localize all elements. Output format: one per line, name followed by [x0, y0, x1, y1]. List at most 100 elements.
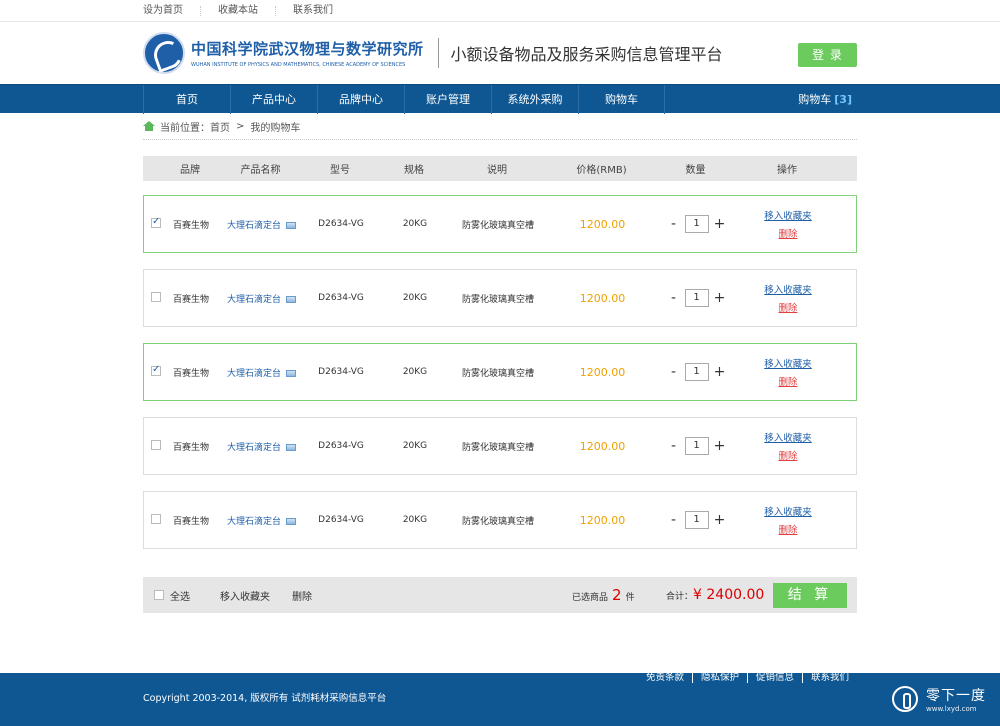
qty-input[interactable]: 1 — [684, 215, 709, 233]
row-checkbox[interactable] — [151, 216, 161, 228]
qty-plus-button[interactable]: + — [713, 438, 727, 454]
header-model: 型号 — [330, 165, 350, 176]
image-icon[interactable] — [286, 221, 296, 229]
header-quantity: 数量 — [685, 165, 706, 176]
selected-suffix: 件 — [625, 593, 635, 603]
row-spec: 20KG — [402, 367, 428, 377]
cart-row: 百赛生物 大理石滴定台 D2634-VG 20KG 防雾化玻璃真空槽 1200.… — [143, 269, 857, 327]
footer-link-privacy[interactable]: 隐私保护 — [691, 673, 747, 683]
qty-plus-button[interactable]: + — [713, 364, 727, 380]
cart-row: 百赛生物 大理石滴定台 D2634-VG 20KG 防雾化玻璃真空槽 1200.… — [143, 491, 857, 549]
row-price: 1200.00 — [579, 217, 626, 231]
move-to-favorites-link[interactable]: 移入收藏夹 — [764, 430, 812, 444]
row-description: 防雾化玻璃真空槽 — [461, 368, 534, 379]
row-brand: 百赛生物 — [172, 220, 209, 231]
nav-item-cart[interactable]: 购物车 — [578, 85, 665, 114]
row-spec: 20KG — [402, 515, 428, 525]
image-icon[interactable] — [286, 295, 296, 303]
qty-minus-button[interactable]: - — [667, 364, 681, 380]
institute-logo-icon[interactable] — [143, 32, 185, 74]
qty-plus-button[interactable]: + — [713, 290, 727, 306]
row-checkbox[interactable] — [151, 439, 161, 450]
row-operations: 移入收藏夹 删除 — [727, 356, 849, 388]
header-price: 价格(RMB) — [576, 165, 627, 176]
nav-item-brands[interactable]: 品牌中心 — [317, 85, 404, 114]
row-description: 防雾化玻璃真空槽 — [461, 516, 534, 527]
row-model: D2634-VG — [318, 515, 364, 525]
row-operations: 移入收藏夹 删除 — [727, 504, 849, 536]
watermark-title: 零下一度 — [926, 688, 986, 704]
row-model: D2634-VG — [318, 441, 364, 451]
move-to-favorites-link[interactable]: 移入收藏夹 — [764, 208, 812, 222]
delete-link[interactable]: 删除 — [778, 374, 797, 388]
header-divider — [437, 38, 439, 68]
row-product-link[interactable]: 大理石滴定台 — [227, 221, 281, 231]
quantity-stepper: - 1 + — [666, 289, 727, 307]
main-nav: 首页 产品中心 品牌中心 账户管理 系统外采购 购物车 购物车 [3] — [0, 84, 1000, 114]
row-operations: 移入收藏夹 删除 — [727, 430, 849, 462]
nav-cart-summary[interactable]: 购物车 [3] — [798, 85, 852, 114]
set-homepage-link[interactable]: 设为首页 — [143, 6, 201, 16]
qty-input[interactable]: 1 — [684, 289, 709, 307]
row-description: 防雾化玻璃真空槽 — [461, 442, 534, 453]
checkout-button[interactable]: 结 算 — [773, 583, 847, 608]
move-to-favorites-link[interactable]: 移入收藏夹 — [764, 282, 812, 296]
total-value: ¥ 2400.00 — [693, 587, 765, 603]
qty-input[interactable]: 1 — [684, 363, 709, 381]
row-checkbox[interactable] — [151, 513, 161, 524]
qty-minus-button[interactable]: - — [667, 512, 681, 528]
footer-link-disclaimer[interactable]: 免责条款 — [638, 673, 692, 683]
image-icon[interactable] — [286, 369, 296, 377]
move-to-favorites-link[interactable]: 移入收藏夹 — [764, 356, 812, 370]
footer-link-contact[interactable]: 联系我们 — [801, 673, 857, 683]
header-brand: 品牌 — [180, 165, 200, 176]
qty-input[interactable]: 1 — [684, 437, 709, 455]
row-price: 1200.00 — [579, 513, 626, 527]
row-product-link[interactable]: 大理石滴定台 — [227, 443, 281, 453]
nav-item-external-purchase[interactable]: 系统外采购 — [491, 85, 578, 114]
delete-link[interactable]: 删除 — [778, 522, 797, 536]
batch-move-favorites-button[interactable]: 移入收藏夹 — [220, 588, 270, 603]
image-icon[interactable] — [286, 517, 296, 525]
qty-plus-button[interactable]: + — [713, 216, 727, 232]
qty-input[interactable]: 1 — [684, 511, 709, 529]
delete-link[interactable]: 删除 — [778, 448, 797, 462]
login-button[interactable]: 登 录 — [798, 43, 857, 67]
row-spec: 20KG — [402, 441, 428, 451]
delete-link[interactable]: 删除 — [778, 300, 797, 314]
contact-link[interactable]: 联系我们 — [293, 6, 350, 16]
header-operations: 操作 — [777, 165, 797, 176]
qty-minus-button[interactable]: - — [667, 216, 681, 232]
image-icon[interactable] — [286, 443, 296, 451]
row-model: D2634-VG — [318, 293, 364, 303]
header: 中国科学院武汉物理与数学研究所 WUHAN INSTITUTE OF PHYSI… — [0, 22, 1000, 84]
breadcrumb-home[interactable]: 首页 — [210, 119, 230, 134]
qty-plus-button[interactable]: + — [713, 512, 727, 528]
quantity-stepper: - 1 + — [666, 215, 727, 233]
header-spec: 规格 — [404, 165, 424, 176]
nav-item-home[interactable]: 首页 — [143, 85, 230, 114]
cart-table-header: 品牌 产品名称 型号 规格 说明 价格(RMB) 数量 操作 — [143, 156, 857, 181]
nav-item-account[interactable]: 账户管理 — [404, 85, 491, 114]
row-product-link[interactable]: 大理石滴定台 — [227, 517, 281, 527]
select-all-checkbox[interactable] — [154, 590, 164, 600]
row-product-link[interactable]: 大理石滴定台 — [227, 295, 281, 305]
select-all-label[interactable]: 全选 — [170, 588, 190, 603]
cart-summary-bar: 全选 移入收藏夹 删除 已选商品 2 件 合计：¥ 2400.00 结 算 — [143, 577, 857, 613]
row-checkbox[interactable] — [151, 291, 161, 302]
breadcrumb-current: 我的购物车 — [250, 122, 301, 134]
bookmark-link[interactable]: 收藏本站 — [218, 6, 276, 16]
row-checkbox[interactable] — [151, 364, 161, 376]
qty-minus-button[interactable]: - — [667, 438, 681, 454]
footer-link-promotions[interactable]: 促销信息 — [746, 673, 802, 683]
batch-delete-button[interactable]: 删除 — [292, 588, 312, 603]
nav-item-products[interactable]: 产品中心 — [230, 85, 317, 114]
row-product-link[interactable]: 大理石滴定台 — [227, 369, 281, 379]
row-spec: 20KG — [402, 293, 428, 303]
delete-link[interactable]: 删除 — [778, 226, 797, 240]
header-product-name: 产品名称 — [240, 165, 281, 176]
logo-en: WUHAN INSTITUTE OF PHYSICS AND MATHEMATI… — [191, 62, 406, 68]
move-to-favorites-link[interactable]: 移入收藏夹 — [764, 504, 812, 518]
qty-minus-button[interactable]: - — [667, 290, 681, 306]
platform-title: 小额设备物品及服务采购信息管理平台 — [450, 45, 723, 64]
